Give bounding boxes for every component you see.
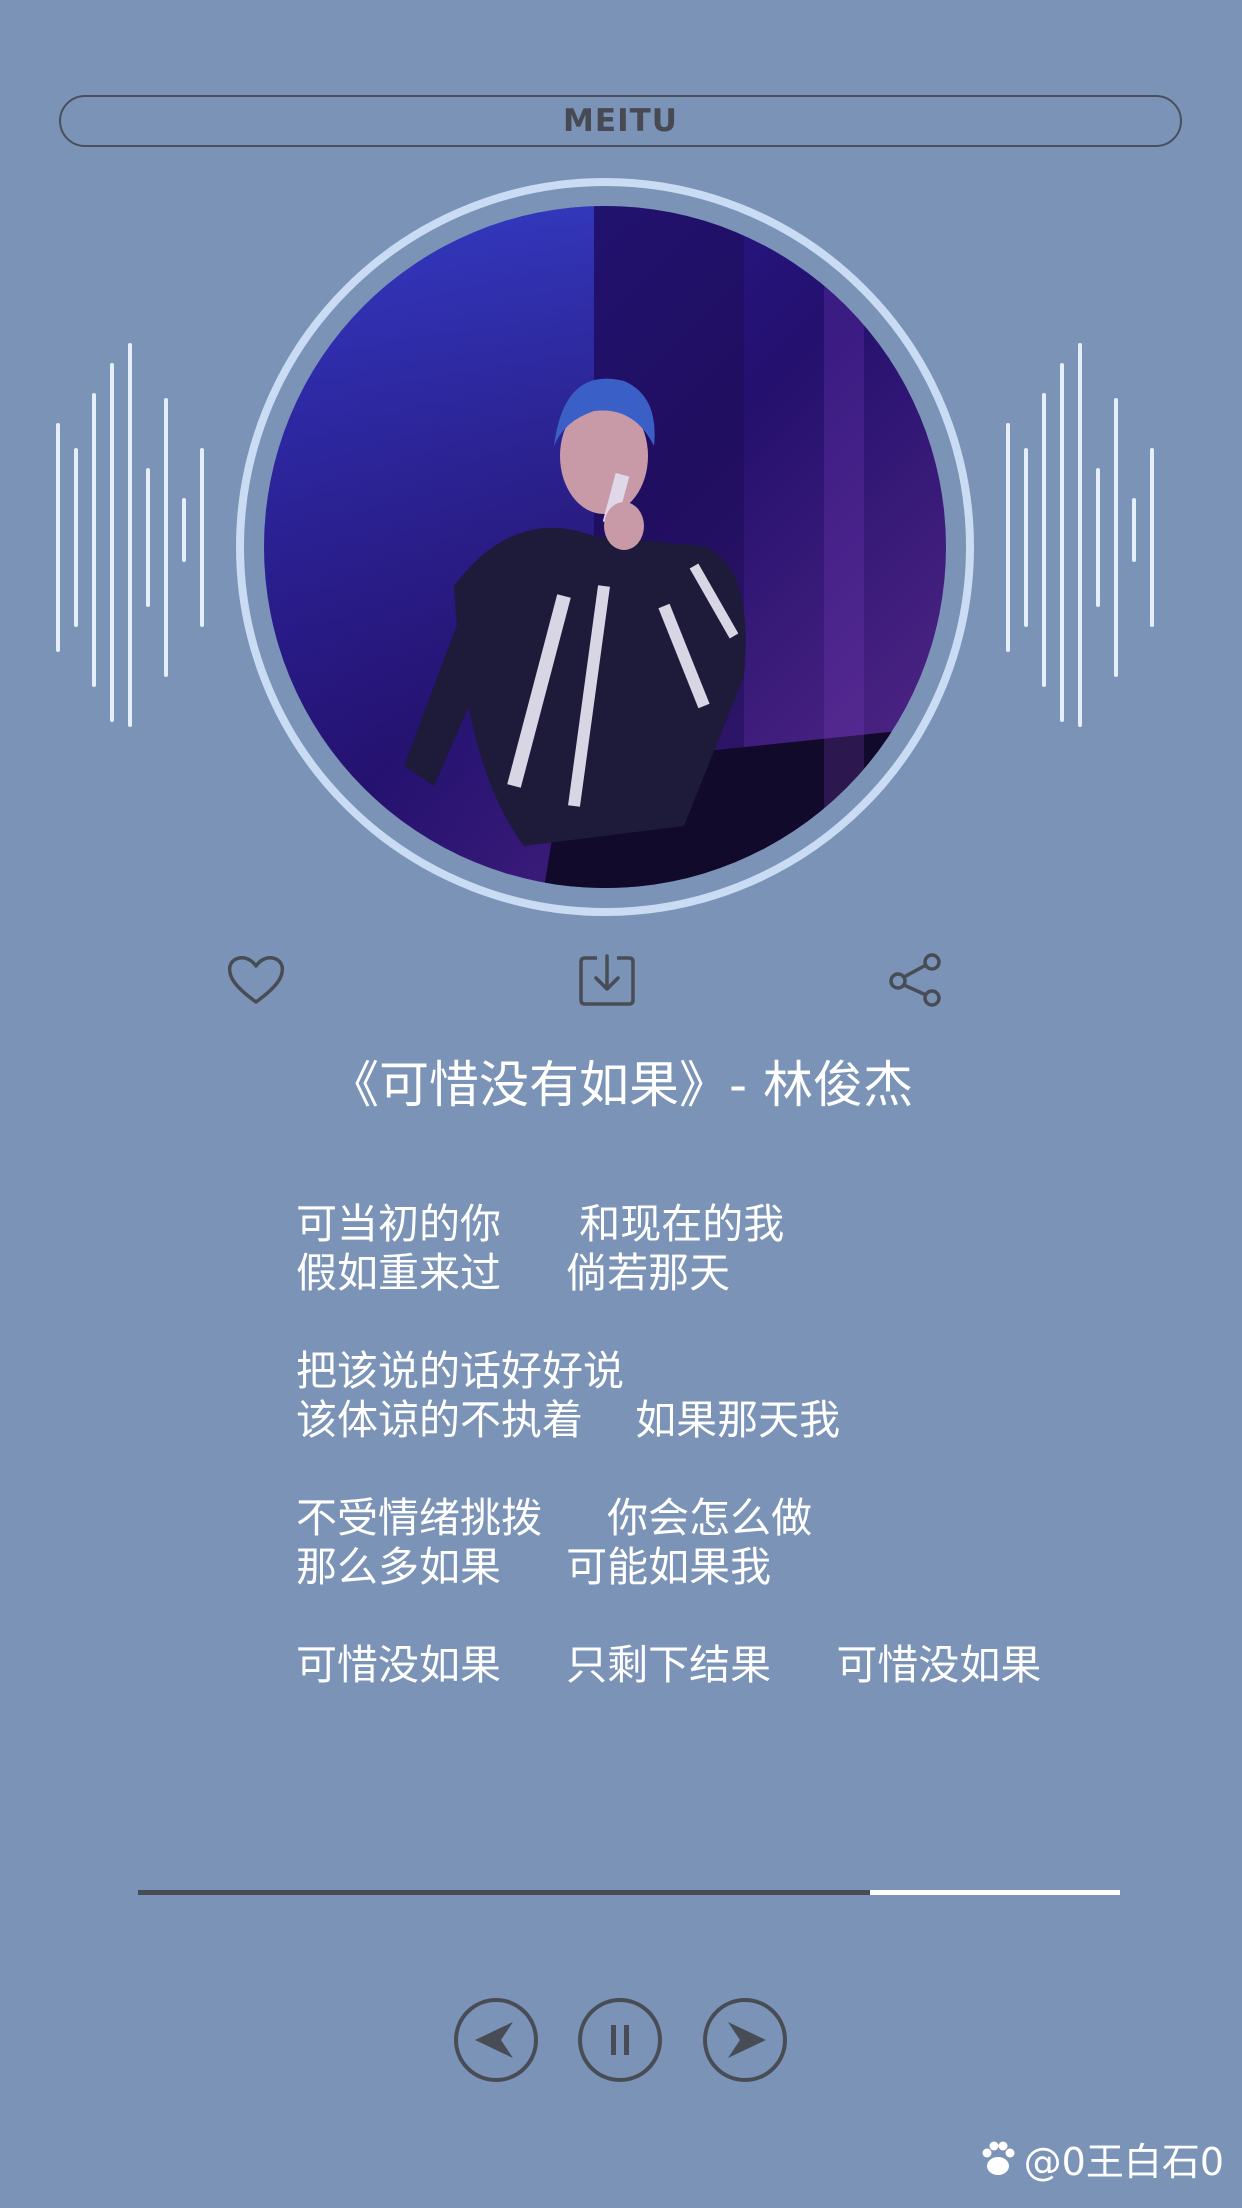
progress-fill (138, 1890, 870, 1895)
lyric-line: 可当初的你 和现在的我 (296, 1200, 785, 1248)
sound-wave-right (1006, 343, 1154, 727)
like-button[interactable] (224, 948, 288, 1012)
download-icon (579, 954, 635, 1006)
lyric-line: 把该说的话好好说 (296, 1347, 624, 1395)
progress-bar[interactable] (138, 1890, 1120, 1895)
watermark: @0王白石0 (978, 2131, 1224, 2186)
lyric-line: 该体谅的不执着 如果那天我 (296, 1396, 841, 1444)
lyric-line: 不受情绪挑拨 你会怎么做 (296, 1494, 813, 1542)
sound-wave-left (56, 343, 204, 727)
lyric-block: 可当初的你 和现在的我 假如重来过 倘若那天 (296, 1200, 1196, 1298)
pause-icon (611, 2025, 629, 2055)
album-cover (264, 206, 946, 888)
download-button[interactable] (575, 948, 639, 1012)
previous-button[interactable] (454, 1998, 538, 2082)
song-title: 《可惜没有如果》- 林俊杰 (329, 1056, 913, 1114)
lyric-line: 那么多如果 可能如果我 (296, 1543, 772, 1591)
lyric-block: 把该说的话好好说 该体谅的不执着 如果那天我 (296, 1347, 1196, 1445)
share-icon (889, 953, 941, 1007)
lyric-line: 可惜没如果 只剩下结果 可惜没如果 (296, 1641, 1042, 1689)
next-button[interactable] (703, 1998, 787, 2082)
next-icon (728, 2022, 766, 2058)
lyric-block: 可惜没如果 只剩下结果 可惜没如果 (296, 1641, 1196, 1690)
header-label: MEITU (563, 103, 678, 139)
paw-icon (982, 2141, 1015, 2175)
lyric-line: 假如重来过 倘若那天 (296, 1249, 731, 1297)
lyric-block: 不受情绪挑拨 你会怎么做 那么多如果 可能如果我 (296, 1494, 1196, 1592)
pause-button[interactable] (578, 1998, 662, 2082)
lyrics-panel: 可当初的你 和现在的我 假如重来过 倘若那天 把该说的话好好说 该体谅的不执着 … (296, 1200, 1196, 1739)
header-bar: MEITU (59, 95, 1182, 147)
watermark-text: @0王白石0 (1023, 2140, 1224, 2184)
heart-icon (227, 956, 285, 1004)
previous-icon (475, 2022, 513, 2058)
share-button[interactable] (884, 948, 948, 1012)
